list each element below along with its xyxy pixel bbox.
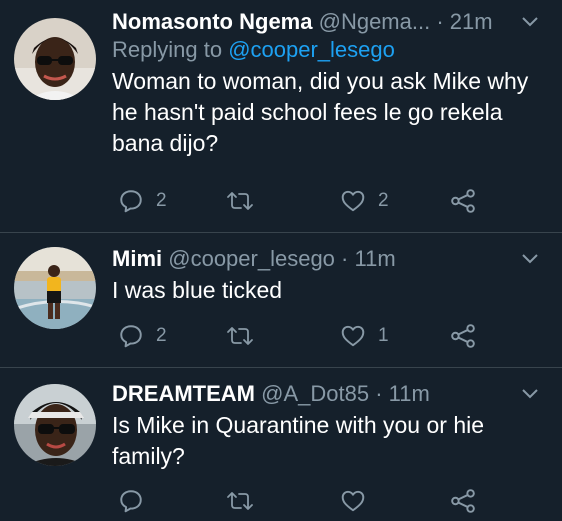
avatar[interactable] — [14, 247, 96, 329]
timestamp[interactable]: 21m — [450, 9, 493, 34]
reply-count: 2 — [156, 325, 167, 346]
avatar[interactable] — [14, 18, 96, 100]
tweet-2[interactable]: Mimi @cooper_lesego · 11m I was blue tic… — [0, 233, 562, 368]
share-icon — [451, 324, 475, 348]
tweet-text: I was blue ticked — [112, 275, 548, 306]
reply-count: 2 — [156, 190, 167, 211]
reply-icon — [120, 490, 142, 513]
like-count: 2 — [378, 190, 389, 211]
tweet-actions — [118, 486, 558, 516]
like-icon — [341, 490, 365, 512]
display-name[interactable]: Mimi — [112, 246, 162, 271]
share-icon — [451, 489, 475, 513]
tweet-text-line: Woman to woman, did you ask Mike why — [112, 68, 529, 94]
tweet-1[interactable]: Nomasonto Ngema @Ngema... · 21m Replying… — [0, 0, 562, 233]
chevron-down-icon[interactable] — [520, 249, 540, 269]
like-count: 1 — [378, 325, 389, 346]
retweet-button[interactable] — [226, 186, 266, 216]
reply-icon — [120, 325, 142, 348]
user-handle[interactable]: @Ngema... — [319, 9, 431, 34]
tweet-header: Nomasonto Ngema @Ngema... · 21m — [112, 8, 548, 36]
reply-button[interactable] — [118, 486, 156, 516]
separator-dot: · — [375, 381, 383, 406]
tweet-text-line: Is Mike in Quarantine with you or hie — [112, 412, 485, 438]
share-button[interactable] — [450, 486, 476, 516]
like-icon — [341, 190, 365, 212]
tweet-text-line: he hasn't paid school fees le go rekela — [112, 99, 503, 125]
replying-to: Replying to @cooper_lesego — [112, 36, 548, 64]
mention-link[interactable]: @cooper_lesego — [228, 37, 395, 62]
tweet-text: Woman to woman, did you ask Mike why he … — [112, 66, 548, 159]
timestamp[interactable]: 11m — [355, 246, 396, 271]
like-button[interactable]: 2 — [340, 186, 389, 216]
tweet-text-line: I was blue ticked — [112, 277, 283, 303]
tweet-text-line: bana dijo? — [112, 130, 219, 156]
display-name[interactable]: Nomasonto Ngema — [112, 9, 312, 34]
chevron-down-icon[interactable] — [520, 384, 540, 404]
replying-prefix: Replying to — [112, 37, 229, 62]
tweet-header: DREAMTEAM @A_Dot85 · 11m — [112, 380, 548, 408]
like-button[interactable] — [340, 486, 378, 516]
timestamp[interactable]: 11m — [389, 381, 430, 406]
retweet-icon — [227, 327, 253, 345]
tweet-text: Is Mike in Quarantine with you or hie fa… — [112, 410, 548, 472]
display-name[interactable]: DREAMTEAM — [112, 381, 255, 406]
user-handle[interactable]: @A_Dot85 — [261, 381, 369, 406]
tweet-actions: 2 1 — [118, 321, 558, 351]
like-button[interactable]: 1 — [340, 321, 389, 351]
share-button[interactable] — [450, 321, 476, 351]
retweet-icon — [227, 492, 253, 510]
retweet-button[interactable] — [226, 486, 266, 516]
like-icon — [341, 325, 365, 347]
share-icon — [451, 189, 475, 213]
retweet-icon — [227, 192, 253, 210]
reply-button[interactable]: 2 — [118, 321, 167, 351]
tweet-3[interactable]: DREAMTEAM @A_Dot85 · 11m Is Mike in Quar… — [0, 368, 562, 521]
tweet-actions: 2 2 — [118, 186, 558, 216]
retweet-button[interactable] — [226, 321, 266, 351]
tweet-text-line: family? — [112, 443, 185, 469]
share-button[interactable] — [450, 186, 476, 216]
reply-icon — [120, 190, 142, 213]
avatar[interactable] — [14, 384, 96, 466]
separator-dot: · — [436, 9, 444, 34]
reply-button[interactable]: 2 — [118, 186, 167, 216]
chevron-down-icon[interactable] — [520, 12, 540, 32]
separator-dot: · — [341, 246, 349, 271]
user-handle[interactable]: @cooper_lesego — [168, 246, 335, 271]
tweet-header: Mimi @cooper_lesego · 11m — [112, 245, 548, 273]
